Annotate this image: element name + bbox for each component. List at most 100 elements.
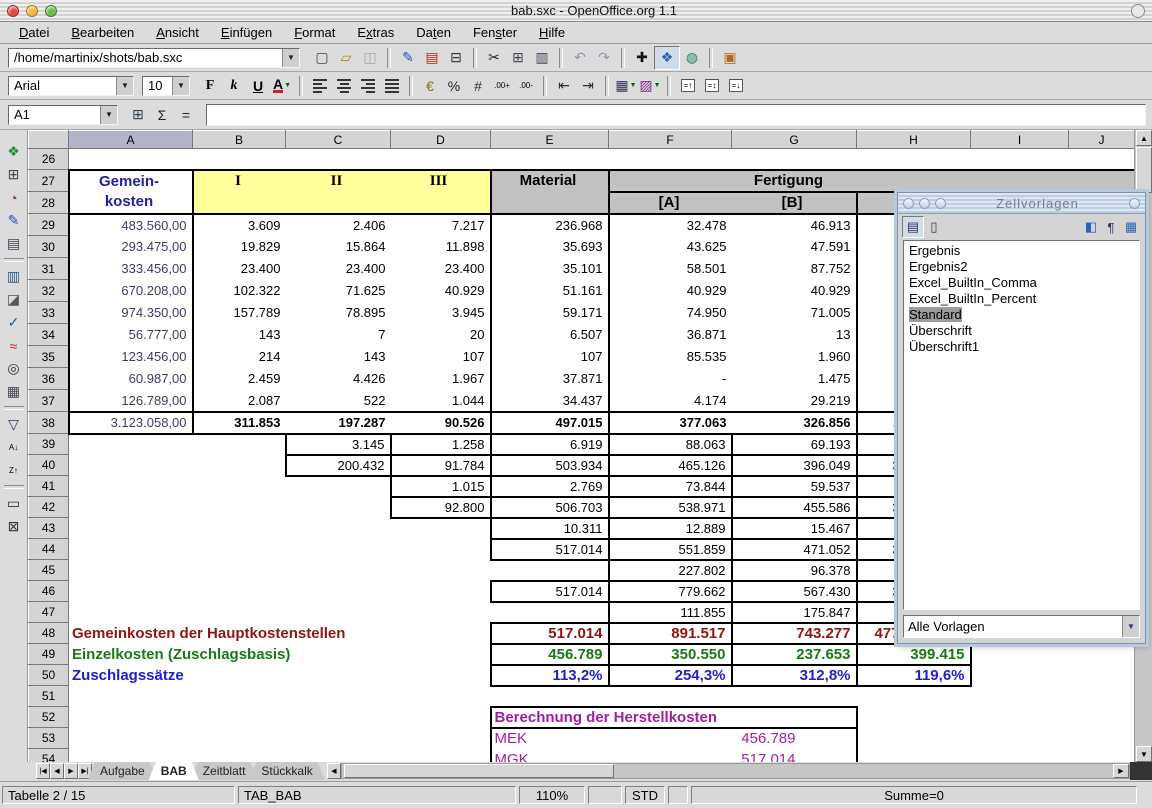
menu-item-einfügen[interactable]: Einfügen (210, 23, 283, 42)
row-header-38[interactable]: 38 (29, 412, 69, 434)
style-item-standard[interactable]: Standard (904, 307, 1139, 323)
row-header-37[interactable]: 37 (29, 390, 69, 412)
cell-D40[interactable]: 91.784 (391, 455, 491, 476)
cell-B53[interactable] (193, 728, 286, 749)
cut-icon[interactable]: ✂ (482, 47, 506, 69)
cell-G48[interactable]: 743.277 (732, 623, 857, 644)
style-filter-combobox[interactable]: Alle Vorlagen ▼ (903, 615, 1140, 638)
cell-F27[interactable]: Fertigung (609, 170, 971, 192)
cell-G47[interactable]: 175.847 (732, 602, 857, 623)
cell-F51[interactable] (609, 686, 732, 707)
column-header-J[interactable]: J (1069, 131, 1135, 149)
row-header-28[interactable]: 28 (29, 192, 69, 214)
cell-E49[interactable]: 456.789 (491, 644, 609, 665)
menu-item-extras[interactable]: Extras (346, 23, 405, 42)
row-header-41[interactable]: 41 (29, 476, 69, 497)
window-resize-corner[interactable] (1130, 762, 1152, 780)
cell-I52[interactable] (971, 707, 1069, 728)
new-document-icon[interactable]: ▢ (310, 47, 334, 69)
cell-H50[interactable]: 119,6% (857, 665, 971, 686)
zoom-button[interactable] (45, 5, 57, 17)
row-header-42[interactable]: 42 (29, 497, 69, 518)
name-box[interactable]: A1 ▼ (8, 105, 118, 125)
cell-B46[interactable] (193, 581, 286, 602)
number-format-percent-icon[interactable]: % (442, 75, 466, 97)
cell-G37[interactable]: 29.219 (732, 390, 857, 412)
panel-titlebar[interactable]: Zellvorlagen (898, 193, 1145, 214)
cell-F30[interactable]: 43.625 (609, 236, 732, 258)
panel-close-button[interactable] (903, 198, 914, 209)
cell-C29[interactable]: 2.406 (286, 214, 391, 236)
cell-G29[interactable]: 46.913 (732, 214, 857, 236)
cell-A49[interactable]: Einzelkosten (Zuschlagsbasis) (69, 644, 491, 665)
menu-item-ansicht[interactable]: Ansicht (145, 23, 210, 42)
cell-D41[interactable]: 1.015 (391, 476, 491, 497)
cell-C32[interactable]: 71.625 (286, 280, 391, 302)
cell-A46[interactable] (69, 581, 193, 602)
cell-E47[interactable] (491, 602, 609, 623)
cell-D44[interactable] (391, 539, 491, 560)
cell-E39[interactable]: 6.919 (491, 434, 609, 455)
bold-icon[interactable]: F (198, 75, 222, 97)
cell-A39[interactable] (69, 434, 193, 455)
edit-file-icon[interactable]: ✎ (396, 47, 420, 69)
cell-E29[interactable]: 236.968 (491, 214, 609, 236)
cell-G46[interactable]: 567.430 (732, 581, 857, 602)
cell-F43[interactable]: 12.889 (609, 518, 732, 539)
sheet-tab-aufgabe[interactable]: Aufgabe (88, 762, 157, 780)
cell-A45[interactable] (69, 560, 193, 581)
cell-A36[interactable]: 60.987,00 (69, 368, 193, 390)
cell-C35[interactable]: 143 (286, 346, 391, 368)
column-header-H[interactable]: H (857, 131, 971, 149)
row-header-46[interactable]: 46 (29, 581, 69, 602)
cell-G35[interactable]: 1.960 (732, 346, 857, 368)
cell-G41[interactable]: 59.537 (732, 476, 857, 497)
ungroup-icon[interactable]: ⊠ (2, 515, 26, 538)
previous-sheet-button[interactable]: ◀ (50, 763, 64, 779)
cell-C43[interactable] (286, 518, 391, 539)
cell-C54[interactable] (286, 749, 391, 763)
cell-E33[interactable]: 59.171 (491, 302, 609, 324)
cell-A30[interactable]: 293.475,00 (69, 236, 193, 258)
cell-A43[interactable] (69, 518, 193, 539)
cell-E50[interactable]: 113,2% (491, 665, 609, 686)
cell-A37[interactable]: 126.789,00 (69, 390, 193, 412)
cell-E32[interactable]: 51.161 (491, 280, 609, 302)
row-header-31[interactable]: 31 (29, 258, 69, 280)
cell-C52[interactable] (286, 707, 391, 728)
datapilot-icon[interactable]: ▦ (2, 380, 26, 403)
cell-F48[interactable]: 891.517 (609, 623, 732, 644)
cell-A44[interactable] (69, 539, 193, 560)
add-decimal-icon[interactable]: .00+ (490, 75, 514, 97)
cell-D36[interactable]: 1.967 (391, 368, 491, 390)
tab-scroll-left-button[interactable]: ◀ (327, 763, 341, 779)
url-combobox[interactable]: /home/martinix/shots/bab.sxc ▼ (8, 48, 300, 68)
cell-D30[interactable]: 11.898 (391, 236, 491, 258)
cell-A38[interactable]: 3.123.058,00 (69, 412, 193, 434)
row-header-26[interactable]: 26 (29, 149, 69, 170)
cell-D46[interactable] (391, 581, 491, 602)
scroll-right-icon[interactable]: ▶ (1113, 764, 1129, 778)
cell-B43[interactable] (193, 518, 286, 539)
sheet-tab-stückkalk[interactable]: Stückkalk (249, 762, 324, 780)
cell-B38[interactable]: 311.853 (193, 412, 286, 434)
column-header-D[interactable]: D (391, 131, 491, 149)
row-header-50[interactable]: 50 (29, 665, 69, 686)
cell-H49[interactable]: 399.415 (857, 644, 971, 665)
column-header-I[interactable]: I (971, 131, 1069, 149)
autoformat-icon[interactable]: ◪ (2, 288, 26, 311)
status-sheet-info[interactable]: Tabelle 2 / 15 (2, 786, 235, 804)
row-header-30[interactable]: 30 (29, 236, 69, 258)
cell-C30[interactable]: 15.864 (286, 236, 391, 258)
cell-C41[interactable] (286, 476, 391, 497)
horizontal-scrollbar-thumb[interactable] (344, 764, 614, 778)
cell-F36[interactable]: - (609, 368, 732, 390)
cell-G28[interactable]: [B] (732, 192, 857, 214)
menu-item-datei[interactable]: Datei (8, 23, 60, 42)
menu-item-format[interactable]: Format (283, 23, 346, 42)
cell-F35[interactable]: 85.535 (609, 346, 732, 368)
cell-F33[interactable]: 74.950 (609, 302, 732, 324)
align-top-icon[interactable]: =↑ (676, 75, 700, 97)
cell-E26[interactable] (491, 149, 609, 170)
menu-item-bearbeiten[interactable]: Bearbeiten (60, 23, 145, 42)
